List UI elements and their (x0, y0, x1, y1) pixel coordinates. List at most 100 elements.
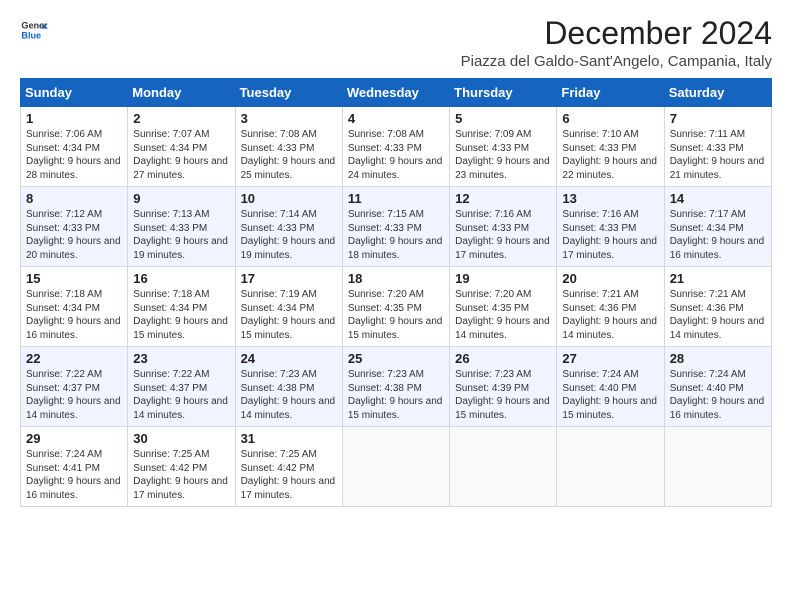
day-number: 17 (241, 271, 337, 286)
day-cell: 12Sunrise: 7:16 AMSunset: 4:33 PMDayligh… (450, 187, 557, 267)
day-cell: 15 Sunrise: 7:18 AMSunset: 4:34 PMDayligh… (21, 267, 128, 347)
day-info: Sunrise: 7:22 AMSunset: 4:37 PMDaylight:… (26, 369, 121, 421)
day-number: 30 (133, 431, 229, 446)
day-cell: 25 Sunrise: 7:23 AMSunset: 4:38 PMDayligh… (342, 347, 449, 427)
day-cell: 28 Sunrise: 7:24 AMSunset: 4:40 PMDayligh… (664, 347, 771, 427)
day-number: 13 (562, 191, 658, 206)
day-number: 7 (670, 111, 766, 126)
day-number: 24 (241, 351, 337, 366)
day-cell: 26 Sunrise: 7:23 AMSunset: 4:39 PMDayligh… (450, 347, 557, 427)
day-number: 18 (348, 271, 444, 286)
day-info: Sunrise: 7:23 AMSunset: 4:38 PMDaylight:… (348, 369, 443, 421)
day-number: 10 (241, 191, 337, 206)
day-number: 20 (562, 271, 658, 286)
day-info: Sunrise: 7:21 AMSunset: 4:36 PMDaylight:… (670, 289, 765, 341)
day-cell (557, 427, 664, 507)
day-info: Sunrise: 7:25 AMSunset: 4:42 PMDaylight:… (133, 449, 228, 501)
day-info: Sunrise: 7:18 AMSunset: 4:34 PMDaylight:… (133, 289, 228, 341)
day-cell: 30 Sunrise: 7:25 AMSunset: 4:42 PMDayligh… (128, 427, 235, 507)
day-cell: 23 Sunrise: 7:22 AMSunset: 4:37 PMDayligh… (128, 347, 235, 427)
day-cell: 29Sunrise: 7:24 AMSunset: 4:41 PMDayligh… (21, 427, 128, 507)
title-block: December 2024 Piazza del Galdo-Sant'Ange… (461, 16, 772, 70)
logo: General Blue (20, 16, 48, 44)
week-row-4: 22Sunrise: 7:22 AMSunset: 4:37 PMDayligh… (21, 347, 772, 427)
day-cell: 1Sunrise: 7:06 AMSunset: 4:34 PMDaylight… (21, 107, 128, 187)
day-cell: 9 Sunrise: 7:13 AMSunset: 4:33 PMDaylight… (128, 187, 235, 267)
day-number: 8 (26, 191, 122, 206)
day-number: 28 (670, 351, 766, 366)
day-info: Sunrise: 7:16 AMSunset: 4:33 PMDaylight:… (562, 209, 657, 261)
col-header-wednesday: Wednesday (342, 79, 449, 107)
header: General Blue December 2024 Piazza del Ga… (20, 16, 772, 70)
day-number: 31 (241, 431, 337, 446)
day-cell: 18 Sunrise: 7:20 AMSunset: 4:35 PMDayligh… (342, 267, 449, 347)
day-info: Sunrise: 7:11 AMSunset: 4:33 PMDaylight:… (670, 129, 765, 181)
week-row-1: 1Sunrise: 7:06 AMSunset: 4:34 PMDaylight… (21, 107, 772, 187)
day-cell: 6 Sunrise: 7:10 AMSunset: 4:33 PMDaylight… (557, 107, 664, 187)
day-cell: 10 Sunrise: 7:14 AMSunset: 4:33 PMDayligh… (235, 187, 342, 267)
day-info: Sunrise: 7:18 AMSunset: 4:34 PMDaylight:… (26, 289, 121, 341)
day-cell: 7 Sunrise: 7:11 AMSunset: 4:33 PMDaylight… (664, 107, 771, 187)
svg-text:Blue: Blue (21, 30, 41, 40)
day-cell: 22Sunrise: 7:22 AMSunset: 4:37 PMDayligh… (21, 347, 128, 427)
main-title: December 2024 (461, 16, 772, 51)
day-info: Sunrise: 7:24 AMSunset: 4:40 PMDaylight:… (562, 369, 657, 421)
day-info: Sunrise: 7:06 AMSunset: 4:34 PMDaylight:… (26, 129, 121, 181)
day-cell (450, 427, 557, 507)
day-cell: 16Sunrise: 7:18 AMSunset: 4:34 PMDayligh… (128, 267, 235, 347)
day-info: Sunrise: 7:22 AMSunset: 4:37 PMDaylight:… (133, 369, 228, 421)
day-number: 15 (26, 271, 122, 286)
col-header-saturday: Saturday (664, 79, 771, 107)
day-cell (664, 427, 771, 507)
day-cell: 27 Sunrise: 7:24 AMSunset: 4:40 PMDayligh… (557, 347, 664, 427)
day-info: Sunrise: 7:10 AMSunset: 4:33 PMDaylight:… (562, 129, 657, 181)
day-info: Sunrise: 7:08 AMSunset: 4:33 PMDaylight:… (241, 129, 336, 181)
day-cell: 31 Sunrise: 7:25 AMSunset: 4:42 PMDayligh… (235, 427, 342, 507)
col-header-friday: Friday (557, 79, 664, 107)
day-cell: 8 Sunrise: 7:12 AMSunset: 4:33 PMDaylight… (21, 187, 128, 267)
day-cell: 2Sunrise: 7:07 AMSunset: 4:34 PMDaylight… (128, 107, 235, 187)
day-info: Sunrise: 7:23 AMSunset: 4:38 PMDaylight:… (241, 369, 336, 421)
page: General Blue December 2024 Piazza del Ga… (0, 0, 792, 517)
day-number: 4 (348, 111, 444, 126)
day-info: Sunrise: 7:16 AMSunset: 4:33 PMDaylight:… (455, 209, 550, 261)
day-cell: 4 Sunrise: 7:08 AMSunset: 4:33 PMDaylight… (342, 107, 449, 187)
day-number: 3 (241, 111, 337, 126)
day-cell: 14Sunrise: 7:17 AMSunset: 4:34 PMDayligh… (664, 187, 771, 267)
day-info: Sunrise: 7:12 AMSunset: 4:33 PMDaylight:… (26, 209, 121, 261)
day-cell: 5Sunrise: 7:09 AMSunset: 4:33 PMDaylight… (450, 107, 557, 187)
day-cell: 21 Sunrise: 7:21 AMSunset: 4:36 PMDayligh… (664, 267, 771, 347)
day-info: Sunrise: 7:08 AMSunset: 4:33 PMDaylight:… (348, 129, 443, 181)
col-header-thursday: Thursday (450, 79, 557, 107)
week-row-5: 29Sunrise: 7:24 AMSunset: 4:41 PMDayligh… (21, 427, 772, 507)
day-cell: 11 Sunrise: 7:15 AMSunset: 4:33 PMDayligh… (342, 187, 449, 267)
day-info: Sunrise: 7:20 AMSunset: 4:35 PMDaylight:… (348, 289, 443, 341)
day-number: 14 (670, 191, 766, 206)
day-cell: 19Sunrise: 7:20 AMSunset: 4:35 PMDayligh… (450, 267, 557, 347)
day-info: Sunrise: 7:14 AMSunset: 4:33 PMDaylight:… (241, 209, 336, 261)
day-number: 27 (562, 351, 658, 366)
day-number: 26 (455, 351, 551, 366)
day-number: 29 (26, 431, 122, 446)
day-cell: 17Sunrise: 7:19 AMSunset: 4:34 PMDayligh… (235, 267, 342, 347)
day-info: Sunrise: 7:07 AMSunset: 4:34 PMDaylight:… (133, 129, 228, 181)
week-row-2: 8 Sunrise: 7:12 AMSunset: 4:33 PMDaylight… (21, 187, 772, 267)
day-number: 9 (133, 191, 229, 206)
day-cell (342, 427, 449, 507)
day-number: 6 (562, 111, 658, 126)
day-info: Sunrise: 7:15 AMSunset: 4:33 PMDaylight:… (348, 209, 443, 261)
day-info: Sunrise: 7:13 AMSunset: 4:33 PMDaylight:… (133, 209, 228, 261)
day-info: Sunrise: 7:24 AMSunset: 4:40 PMDaylight:… (670, 369, 765, 421)
day-number: 11 (348, 191, 444, 206)
day-number: 23 (133, 351, 229, 366)
day-cell: 13 Sunrise: 7:16 AMSunset: 4:33 PMDayligh… (557, 187, 664, 267)
day-number: 21 (670, 271, 766, 286)
day-number: 25 (348, 351, 444, 366)
logo-icon: General Blue (20, 16, 48, 44)
day-info: Sunrise: 7:23 AMSunset: 4:39 PMDaylight:… (455, 369, 550, 421)
day-cell: 24 Sunrise: 7:23 AMSunset: 4:38 PMDayligh… (235, 347, 342, 427)
day-info: Sunrise: 7:25 AMSunset: 4:42 PMDaylight:… (241, 449, 336, 501)
col-header-monday: Monday (128, 79, 235, 107)
subtitle: Piazza del Galdo-Sant'Angelo, Campania, … (461, 53, 772, 70)
week-row-3: 15 Sunrise: 7:18 AMSunset: 4:34 PMDayligh… (21, 267, 772, 347)
